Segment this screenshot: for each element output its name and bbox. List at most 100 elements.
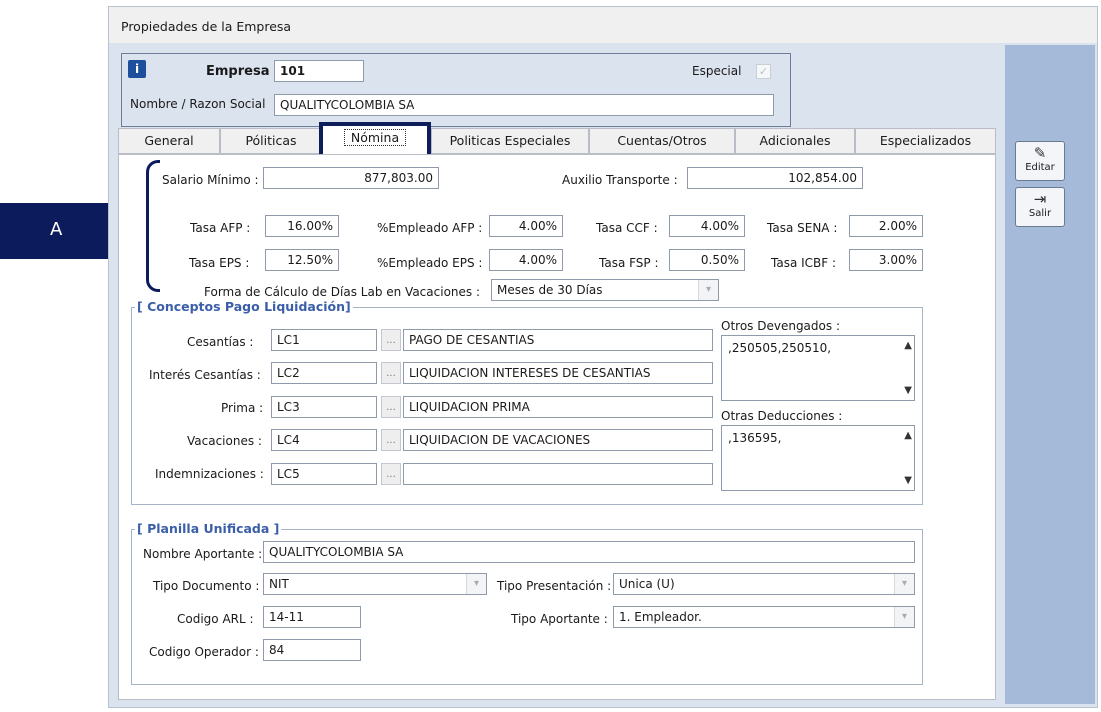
minimum-salary-label: Salario Mínimo : <box>162 173 259 187</box>
other-deductions-label: Otras Deducciones : <box>721 409 843 423</box>
scroll-up-icon[interactable]: ▲ <box>904 430 912 441</box>
concept-desc-vacaciones[interactable]: LIQUIDACION DE VACACIONES <box>403 429 713 451</box>
tab-nomina[interactable]: Nómina <box>319 122 431 154</box>
concept-label-indemnizaciones: Indemnizaciones : <box>155 467 264 481</box>
afp-rate-field[interactable]: 16.00% <box>265 215 339 237</box>
vacation-days-method-select[interactable]: Meses de 30 Días ▾ <box>491 279 719 301</box>
tab-adicionales[interactable]: Adicionales <box>735 128 855 154</box>
vacation-days-method-label: Forma de Cálculo de Días Lab en Vacacion… <box>204 285 481 299</box>
browse-button-indemnizaciones[interactable]: ... <box>381 463 401 485</box>
settlement-concepts-title: [ Conceptos Pago Liquidación] <box>135 299 353 314</box>
operator-code-label: Codigo Operador : <box>149 645 259 659</box>
concept-desc-cesantias[interactable]: PAGO DE CESANTIAS <box>403 329 713 351</box>
callout-label: A <box>50 219 63 240</box>
other-deductions-memo[interactable]: ,136595, ▲ ▼ <box>721 425 915 491</box>
document-type-value: NIT <box>269 577 289 591</box>
minimum-salary-field[interactable]: 877,803.00 <box>263 167 439 189</box>
contributor-type-value: 1. Empleador. <box>619 610 702 624</box>
fsp-rate-field[interactable]: 0.50% <box>669 249 745 271</box>
browse-button-cesantias[interactable]: ... <box>381 329 401 351</box>
arl-code-field[interactable]: 14-11 <box>263 606 361 628</box>
arl-code-label: Codigo ARL : <box>177 612 254 626</box>
concept-label-cesantias: Cesantías : <box>187 335 254 349</box>
tab-cuentas-otros[interactable]: Cuentas/Otros <box>589 128 735 154</box>
employee-eps-field[interactable]: 4.00% <box>489 249 563 271</box>
transport-aid-field[interactable]: 102,854.00 <box>687 167 863 189</box>
concept-code-indemnizaciones[interactable]: LC5 <box>271 463 377 485</box>
browse-button-prima[interactable]: ... <box>381 396 401 418</box>
window-title: Propiedades de la Empresa <box>121 19 292 34</box>
employee-eps-label: %Empleado EPS : <box>377 256 483 270</box>
unified-payroll-title: [ Planilla Unificada ] <box>135 521 282 536</box>
other-earnings-memo[interactable]: ,250505,250510, ▲ ▼ <box>721 335 915 401</box>
concept-desc-prima[interactable]: LIQUIDACION PRIMA <box>403 396 713 418</box>
special-label: Especial <box>692 64 742 78</box>
eps-rate-field[interactable]: 12.50% <box>265 249 339 271</box>
chevron-down-icon[interactable]: ▾ <box>894 607 914 627</box>
browse-button-interes[interactable]: ... <box>381 362 401 384</box>
tab-especializados[interactable]: Especializados <box>855 128 996 154</box>
exit-button[interactable]: ⇥ Salir <box>1015 187 1065 227</box>
chevron-down-icon[interactable]: ▾ <box>698 280 718 300</box>
nomina-panel: Salario Mínimo : 877,803.00 Auxilio Tran… <box>118 154 996 700</box>
browse-button-vacaciones[interactable]: ... <box>381 429 401 451</box>
transport-aid-label: Auxilio Transporte : <box>562 173 678 187</box>
edit-button[interactable]: ✎ Editar <box>1015 141 1065 181</box>
icbf-rate-label: Tasa ICBF : <box>771 256 837 270</box>
info-icon: i <box>128 60 146 78</box>
ccf-rate-label: Tasa CCF : <box>596 221 658 235</box>
document-type-label: Tipo Documento : <box>153 579 260 593</box>
business-name-label: Nombre / Razon Social <box>130 97 266 111</box>
company-code-field[interactable]: 101 <box>274 60 364 82</box>
business-name-field[interactable]: QUALITYCOLOMBIA SA <box>274 94 774 116</box>
contributor-type-select[interactable]: 1. Empleador. ▾ <box>613 606 915 628</box>
sena-rate-label: Tasa SENA : <box>767 221 838 235</box>
contributor-type-label: Tipo Aportante : <box>511 612 608 626</box>
callout-brace <box>146 160 160 292</box>
contributor-name-label: Nombre Aportante : <box>143 547 263 561</box>
edit-button-label: Editar <box>1025 162 1055 173</box>
scroll-down-icon[interactable]: ▼ <box>904 385 912 396</box>
exit-icon: ⇥ <box>1033 190 1047 208</box>
tab-politicas-especiales[interactable]: Politicas Especiales <box>431 128 589 154</box>
icbf-rate-field[interactable]: 3.00% <box>849 249 923 271</box>
contributor-name-field[interactable]: QUALITYCOLOMBIA SA <box>263 541 915 563</box>
concept-code-cesantias[interactable]: LC1 <box>271 329 377 351</box>
ccf-rate-field[interactable]: 4.00% <box>669 215 745 237</box>
concept-label-interes: Interés Cesantías : <box>149 368 261 382</box>
tab-strip: General Póliticas Nómina Politicas Espec… <box>118 122 996 154</box>
callout-badge: A <box>0 203 110 259</box>
employee-afp-field[interactable]: 4.00% <box>489 215 563 237</box>
action-sidebar: ✎ Editar ⇥ Salir <box>1005 45 1095 704</box>
operator-code-field[interactable]: 84 <box>263 639 361 661</box>
special-checkbox[interactable]: ✓ <box>756 64 771 79</box>
other-earnings-value: ,250505,250510, <box>728 341 832 355</box>
other-deductions-value: ,136595, <box>728 431 782 445</box>
presentation-type-value: Unica (U) <box>619 577 675 591</box>
chevron-down-icon[interactable]: ▾ <box>466 574 486 594</box>
company-header: i Empresa 101 Especial ✓ Nombre / Razon … <box>121 53 791 127</box>
fsp-rate-label: Tasa FSP : <box>599 256 659 270</box>
title-bar: Propiedades de la Empresa <box>109 7 1097 43</box>
presentation-type-label: Tipo Presentación : <box>497 579 612 593</box>
eps-rate-label: Tasa EPS : <box>189 256 250 270</box>
document-type-select[interactable]: NIT ▾ <box>263 573 487 595</box>
concept-code-vacaciones[interactable]: LC4 <box>271 429 377 451</box>
concept-label-vacaciones: Vacaciones : <box>187 434 262 448</box>
tab-nomina-label: Nómina <box>343 129 407 146</box>
presentation-type-select[interactable]: Unica (U) ▾ <box>613 573 915 595</box>
tab-general[interactable]: General <box>118 128 220 154</box>
concept-code-interes[interactable]: LC2 <box>271 362 377 384</box>
tab-politicas[interactable]: Póliticas <box>220 128 322 154</box>
scroll-up-icon[interactable]: ▲ <box>904 340 912 351</box>
vacation-days-method-value: Meses de 30 Días <box>497 283 603 297</box>
chevron-down-icon[interactable]: ▾ <box>894 574 914 594</box>
employee-afp-label: %Empleado AFP : <box>377 221 483 235</box>
concept-desc-indemnizaciones[interactable] <box>403 463 713 485</box>
concept-desc-interes[interactable]: LIQUIDACION INTERESES DE CESANTIAS <box>403 362 713 384</box>
sena-rate-field[interactable]: 2.00% <box>849 215 923 237</box>
scroll-down-icon[interactable]: ▼ <box>904 475 912 486</box>
concept-code-prima[interactable]: LC3 <box>271 396 377 418</box>
concept-label-prima: Prima : <box>221 401 264 415</box>
edit-icon: ✎ <box>1033 144 1047 162</box>
